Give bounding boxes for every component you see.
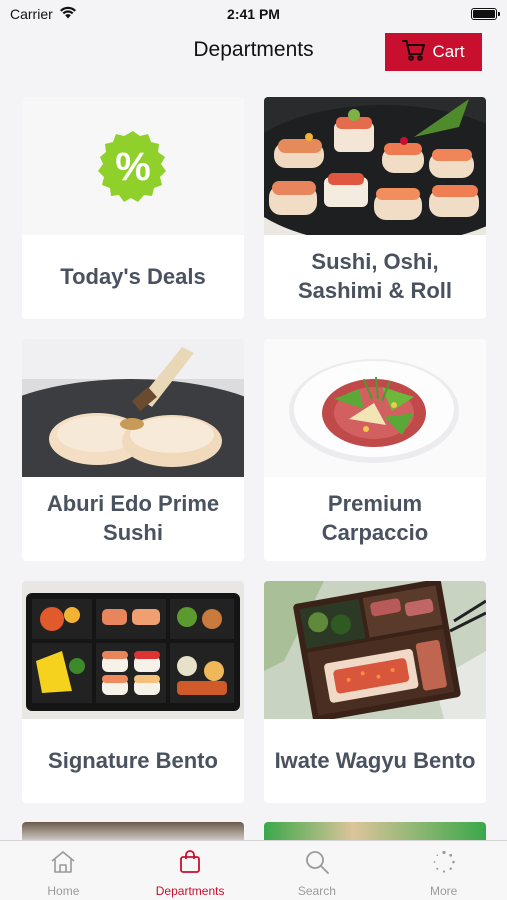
aburi-image (22, 339, 244, 477)
shopping-bag-icon (178, 850, 202, 879)
wagyu-bento-image (264, 581, 486, 719)
department-card-sushi[interactable]: Sushi, Oshi, Sashimi & Roll (264, 97, 486, 319)
nav-header: Departments Cart (0, 28, 507, 78)
status-left: Carrier (10, 6, 77, 22)
sushi-image (264, 97, 486, 235)
partial-card-left[interactable] (22, 822, 244, 842)
department-card-signature-bento[interactable]: Signature Bento (22, 581, 244, 803)
department-label: Premium Carpaccio (321, 491, 429, 545)
home-icon (50, 850, 76, 879)
more-icon (432, 850, 456, 879)
tab-more[interactable]: More (380, 841, 507, 900)
status-bar: Carrier 2:41 PM (0, 0, 507, 28)
tab-label: Departments (155, 884, 225, 898)
department-card-aburi[interactable]: Aburi Edo Prime Sushi (22, 339, 244, 561)
cart-icon (402, 39, 426, 66)
cart-button[interactable]: Cart (385, 33, 482, 71)
battery-icon (471, 8, 500, 20)
tab-home[interactable]: Home (0, 841, 127, 900)
deals-image: % (22, 97, 244, 235)
partial-card-right[interactable] (264, 822, 486, 842)
department-card-wagyu-bento[interactable]: Iwate Wagyu Bento (264, 581, 486, 803)
search-icon (305, 850, 329, 879)
department-label: Aburi Edo Prime Sushi (46, 491, 220, 545)
tab-label: More (429, 884, 458, 898)
wifi-icon (59, 6, 77, 22)
carrier-label: Carrier (10, 6, 53, 22)
tab-bar: Home Departments Search More (0, 840, 507, 900)
department-label: Sushi, Oshi, Sashimi & Roll (297, 249, 453, 303)
tab-label: Search (297, 884, 336, 898)
department-card-carpaccio[interactable]: Premium Carpaccio (264, 339, 486, 561)
tab-label: Home (47, 884, 80, 898)
cart-label: Cart (432, 42, 465, 61)
department-label: Iwate Wagyu Bento (274, 747, 476, 773)
carpaccio-image (264, 339, 486, 477)
department-label: Today's Deals (60, 263, 206, 289)
department-label: Signature Bento (48, 747, 218, 773)
departments-grid: % Today's Deals Sushi, Oshi, Sashimi & R… (22, 97, 486, 803)
tab-departments[interactable]: Departments (127, 841, 254, 900)
svg-text:%: % (115, 145, 151, 189)
signature-bento-image (22, 581, 244, 719)
next-row-preview (22, 822, 486, 842)
tab-search[interactable]: Search (254, 841, 381, 900)
department-card-todays-deals[interactable]: % Today's Deals (22, 97, 244, 319)
